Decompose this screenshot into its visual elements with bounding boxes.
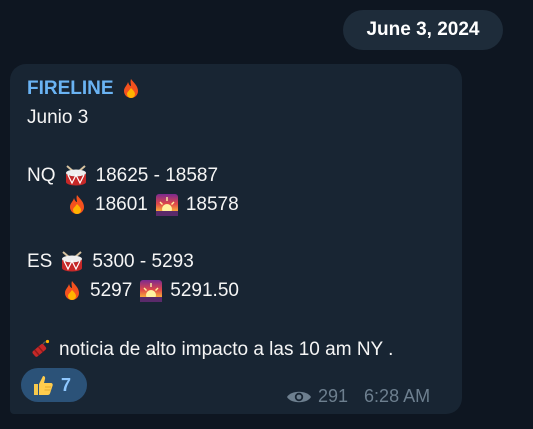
sender-name[interactable]: FIRELINE [27, 77, 114, 101]
date-line: Junio 3 [27, 106, 88, 130]
date-text: Junio 3 [27, 107, 89, 128]
es-fire-value: 5297 [90, 280, 133, 301]
sunset-icon [140, 280, 163, 302]
es-range: 5300 - 5293 [92, 251, 194, 272]
sunset-icon [155, 194, 178, 216]
nq-fire-value: 18601 [95, 194, 148, 215]
date-label: June 3, 2024 [366, 19, 480, 40]
message-time: 6:28 AM [364, 386, 431, 406]
nq-levels-line: 18601 18578 [67, 193, 239, 217]
eye-icon [287, 391, 311, 402]
nq-sunset-value: 18578 [185, 194, 239, 215]
fire-icon [70, 195, 84, 214]
nq-label: NQ [27, 165, 56, 186]
message-bubble[interactable]: FIRELINE Junio 3 NQ 18625 - 18587 18601 [10, 64, 462, 414]
nq-range: 18625 - 18587 [95, 165, 219, 186]
reaction-thumbs-up[interactable]: 7 [21, 368, 87, 402]
es-levels-line: 5297 5291.50 [62, 279, 239, 303]
nq-range-line: NQ 18625 - 18587 [27, 164, 218, 188]
es-range-line: ES 5300 - 5293 [27, 250, 194, 274]
drum-icon [65, 165, 86, 186]
notice-line: noticia de alto impacto a las 10 am NY . [27, 338, 393, 362]
fire-icon [65, 281, 79, 300]
notice-text: noticia de alto impacto a las 10 am NY . [59, 339, 394, 360]
drum-icon [62, 251, 83, 272]
firecracker-icon [32, 339, 50, 357]
reaction-count: 7 [61, 374, 72, 395]
date-separator: June 3, 2024 [343, 10, 503, 50]
es-label: ES [27, 251, 53, 272]
sender-row: FIRELINE [27, 77, 141, 101]
thumbs-up-icon [34, 376, 53, 395]
message-meta: 291 6:28 AM [286, 386, 430, 407]
view-count: 291 [318, 386, 349, 406]
es-sunset-value: 5291.50 [170, 280, 239, 301]
fire-icon [123, 79, 138, 98]
